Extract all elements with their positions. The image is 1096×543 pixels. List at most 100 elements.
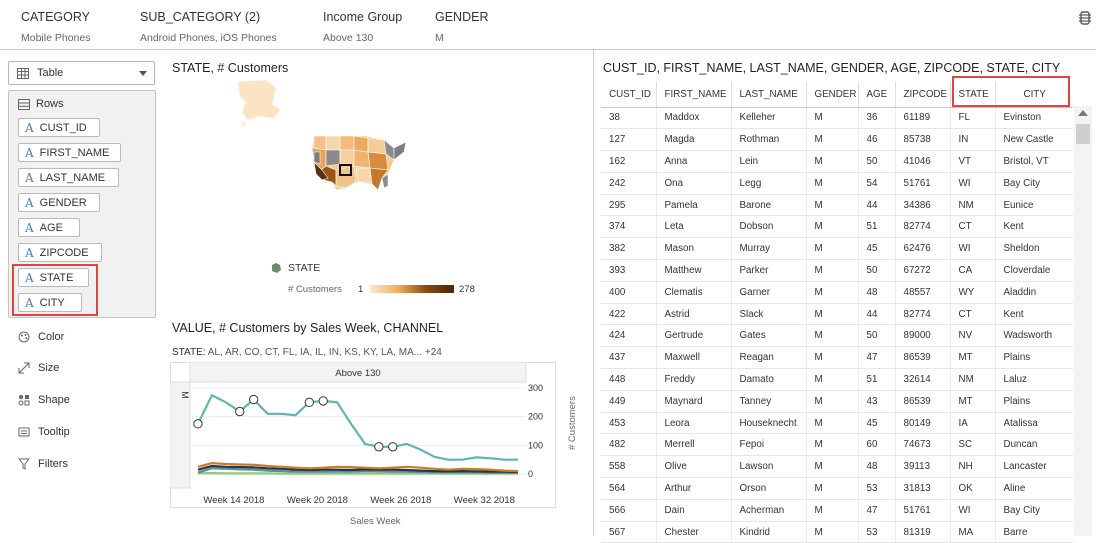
data-point-marker[interactable] bbox=[318, 396, 328, 406]
table-cell: M bbox=[806, 433, 859, 457]
table-row[interactable]: 374 Leta Dobson M 51 82774 CT Kent bbox=[601, 215, 1073, 239]
state-shape[interactable] bbox=[367, 151, 389, 171]
chip-label: FIRST_NAME bbox=[39, 146, 110, 159]
scroll-up-icon[interactable] bbox=[1078, 110, 1088, 116]
state-shape[interactable] bbox=[367, 137, 387, 155]
filter-income-group[interactable]: Income Group Above 130 bbox=[323, 10, 402, 44]
state-shape[interactable] bbox=[393, 141, 407, 161]
table-row[interactable]: 295 Pamela Barone M 44 34386 NM Eunice bbox=[601, 194, 1073, 217]
column-header[interactable]: LAST_NAME bbox=[731, 82, 807, 108]
table-row[interactable]: 449 Maynard Tanney M 43 86539 MT Plains bbox=[601, 390, 1073, 413]
viz-type-select[interactable]: Table bbox=[8, 61, 155, 85]
us-map[interactable] bbox=[236, 78, 416, 193]
hawaii-shape[interactable] bbox=[240, 120, 246, 126]
table-row[interactable]: 424 Gertrude Gates M 50 89000 NV Wadsworth bbox=[601, 324, 1073, 348]
property-filters[interactable]: Filters bbox=[18, 458, 68, 470]
row-chip-gender[interactable]: A GENDER bbox=[18, 193, 100, 212]
table-row[interactable]: 437 Maxwell Reagan M 47 86539 MT Plains bbox=[601, 346, 1073, 370]
legend-min: 1 bbox=[358, 284, 364, 295]
property-shape[interactable]: Shape bbox=[18, 394, 70, 406]
state-shape[interactable] bbox=[353, 135, 369, 153]
table-cell: 400 bbox=[601, 281, 657, 304]
data-point-marker[interactable] bbox=[388, 442, 398, 452]
state-shape[interactable] bbox=[325, 149, 341, 167]
table-cell: Ona bbox=[656, 172, 732, 195]
filter-sub-category[interactable]: SUB_CATEGORY (2) Android Phones, iOS Pho… bbox=[140, 10, 277, 44]
scroll-thumb[interactable] bbox=[1076, 124, 1090, 144]
plot-markers bbox=[193, 394, 398, 452]
table-row[interactable]: 127 Magda Rothman M 46 85738 IN New Castle bbox=[601, 128, 1073, 152]
row-chip-cust-id[interactable]: A CUST_ID bbox=[18, 118, 100, 137]
table-cell: Acherman bbox=[731, 499, 807, 522]
data-point-marker[interactable] bbox=[374, 442, 384, 452]
column-header[interactable]: AGE bbox=[858, 82, 896, 108]
state-shape[interactable] bbox=[313, 135, 327, 151]
property-color[interactable]: Color bbox=[18, 331, 64, 343]
row-chip-zipcode[interactable]: A ZIPCODE bbox=[18, 243, 102, 262]
table-cell: IN bbox=[950, 128, 996, 152]
table-cell: SC bbox=[950, 433, 996, 457]
table-cell: Barre bbox=[995, 521, 1073, 543]
row-chip-age[interactable]: A AGE bbox=[18, 218, 80, 237]
table-row[interactable]: 566 Dain Acherman M 47 51761 WI Bay City bbox=[601, 499, 1073, 522]
table-cell: Maddox bbox=[656, 107, 732, 130]
state-shape[interactable] bbox=[325, 135, 341, 151]
table-cell: 53 bbox=[858, 521, 896, 543]
table-cell: IA bbox=[950, 412, 996, 435]
data-point-marker[interactable] bbox=[248, 394, 259, 405]
property-tooltip[interactable]: Tooltip bbox=[18, 426, 70, 438]
table-cell: M bbox=[806, 477, 859, 500]
state-shape[interactable] bbox=[313, 151, 321, 165]
table-cell: 162 bbox=[601, 150, 657, 173]
table-cell: 44 bbox=[858, 303, 896, 326]
state-shape[interactable] bbox=[339, 149, 355, 165]
state-shape[interactable] bbox=[355, 167, 373, 183]
alaska-shape[interactable] bbox=[238, 80, 280, 120]
column-header[interactable]: FIRST_NAME bbox=[656, 82, 732, 108]
table-row[interactable]: 448 Freddy Damato M 51 32614 NM Laluz bbox=[601, 368, 1073, 391]
property-size[interactable]: Size bbox=[18, 362, 59, 374]
x-tick-labels: Week 14 2018 Week 20 2018 Week 26 2018 Week… bbox=[203, 495, 515, 506]
table-row[interactable]: 382 Mason Murray M 45 62476 WI Sheldon bbox=[601, 237, 1073, 261]
data-point-marker[interactable] bbox=[304, 397, 315, 408]
table-row[interactable]: 422 Astrid Slack M 44 82774 CT Kent bbox=[601, 303, 1073, 326]
filter-label: Income Group bbox=[323, 10, 403, 24]
series-line[interactable] bbox=[197, 393, 518, 461]
table-row[interactable]: 393 Matthew Parker M 50 67272 CA Cloverdale bbox=[601, 259, 1073, 282]
table-scrollbar[interactable] bbox=[1074, 106, 1092, 536]
map-legend-shape: STATE bbox=[270, 262, 320, 274]
table-row[interactable]: 162 Anna Lein M 50 41046 VT Bristol, VT bbox=[601, 150, 1073, 173]
table-row[interactable]: 558 Olive Lawson M 48 39113 NH Lancaster bbox=[601, 455, 1073, 479]
table-row[interactable]: 242 Ona Legg M 54 51761 WI Bay City bbox=[601, 172, 1073, 195]
table-row[interactable]: 482 Merrell Fepoi M 60 74673 SC Duncan bbox=[601, 433, 1073, 457]
table-row[interactable]: 567 Chester Kindrid M 53 81319 MA Barre bbox=[601, 521, 1073, 543]
filter-settings-icon[interactable] bbox=[1079, 11, 1091, 25]
table-cell: Aline bbox=[995, 477, 1073, 500]
row-chip-first-name[interactable]: A FIRST_NAME bbox=[18, 143, 121, 162]
filter-category[interactable]: CATEGORY Mobile Phones bbox=[21, 10, 90, 44]
table-row[interactable]: 400 Clematis Garner M 48 48557 WY Aladdin bbox=[601, 281, 1073, 304]
table-cell: Houseknecht bbox=[731, 412, 807, 435]
table-cell: Lawson bbox=[731, 455, 807, 479]
filter-gender[interactable]: GENDER M bbox=[435, 10, 488, 44]
state-shape[interactable] bbox=[339, 135, 355, 151]
table-row[interactable]: 38 Maddox Kelleher M 36 61189 FL Evinston bbox=[601, 107, 1073, 130]
data-point-marker[interactable] bbox=[235, 406, 245, 417]
table-row[interactable]: 453 Leora Houseknecht M 45 80149 IA Atalissa bbox=[601, 412, 1073, 435]
line-chart[interactable]: Above 130 M 3002001000 Week 14 2018 Week … bbox=[170, 362, 556, 508]
table-cell: 295 bbox=[601, 194, 657, 217]
column-header[interactable]: CUST_ID bbox=[601, 82, 657, 108]
table-cell: Cloverdale bbox=[995, 259, 1073, 282]
data-point-marker[interactable] bbox=[193, 419, 203, 429]
row-chip-last-name[interactable]: A LAST_NAME bbox=[18, 168, 119, 187]
table-cell: M bbox=[806, 324, 859, 348]
table-row[interactable]: 564 Arthur Orson M 53 31813 OK Aline bbox=[601, 477, 1073, 500]
table-cell: M bbox=[806, 499, 859, 522]
table-cell: M bbox=[806, 107, 859, 130]
state-shape[interactable] bbox=[353, 149, 371, 169]
column-header[interactable]: GENDER bbox=[806, 82, 859, 108]
y-tick-label: 0 bbox=[528, 469, 533, 479]
column-header[interactable]: ZIPCODE bbox=[895, 82, 951, 108]
table-cell: 51 bbox=[858, 368, 896, 391]
property-label: Filters bbox=[38, 458, 68, 470]
